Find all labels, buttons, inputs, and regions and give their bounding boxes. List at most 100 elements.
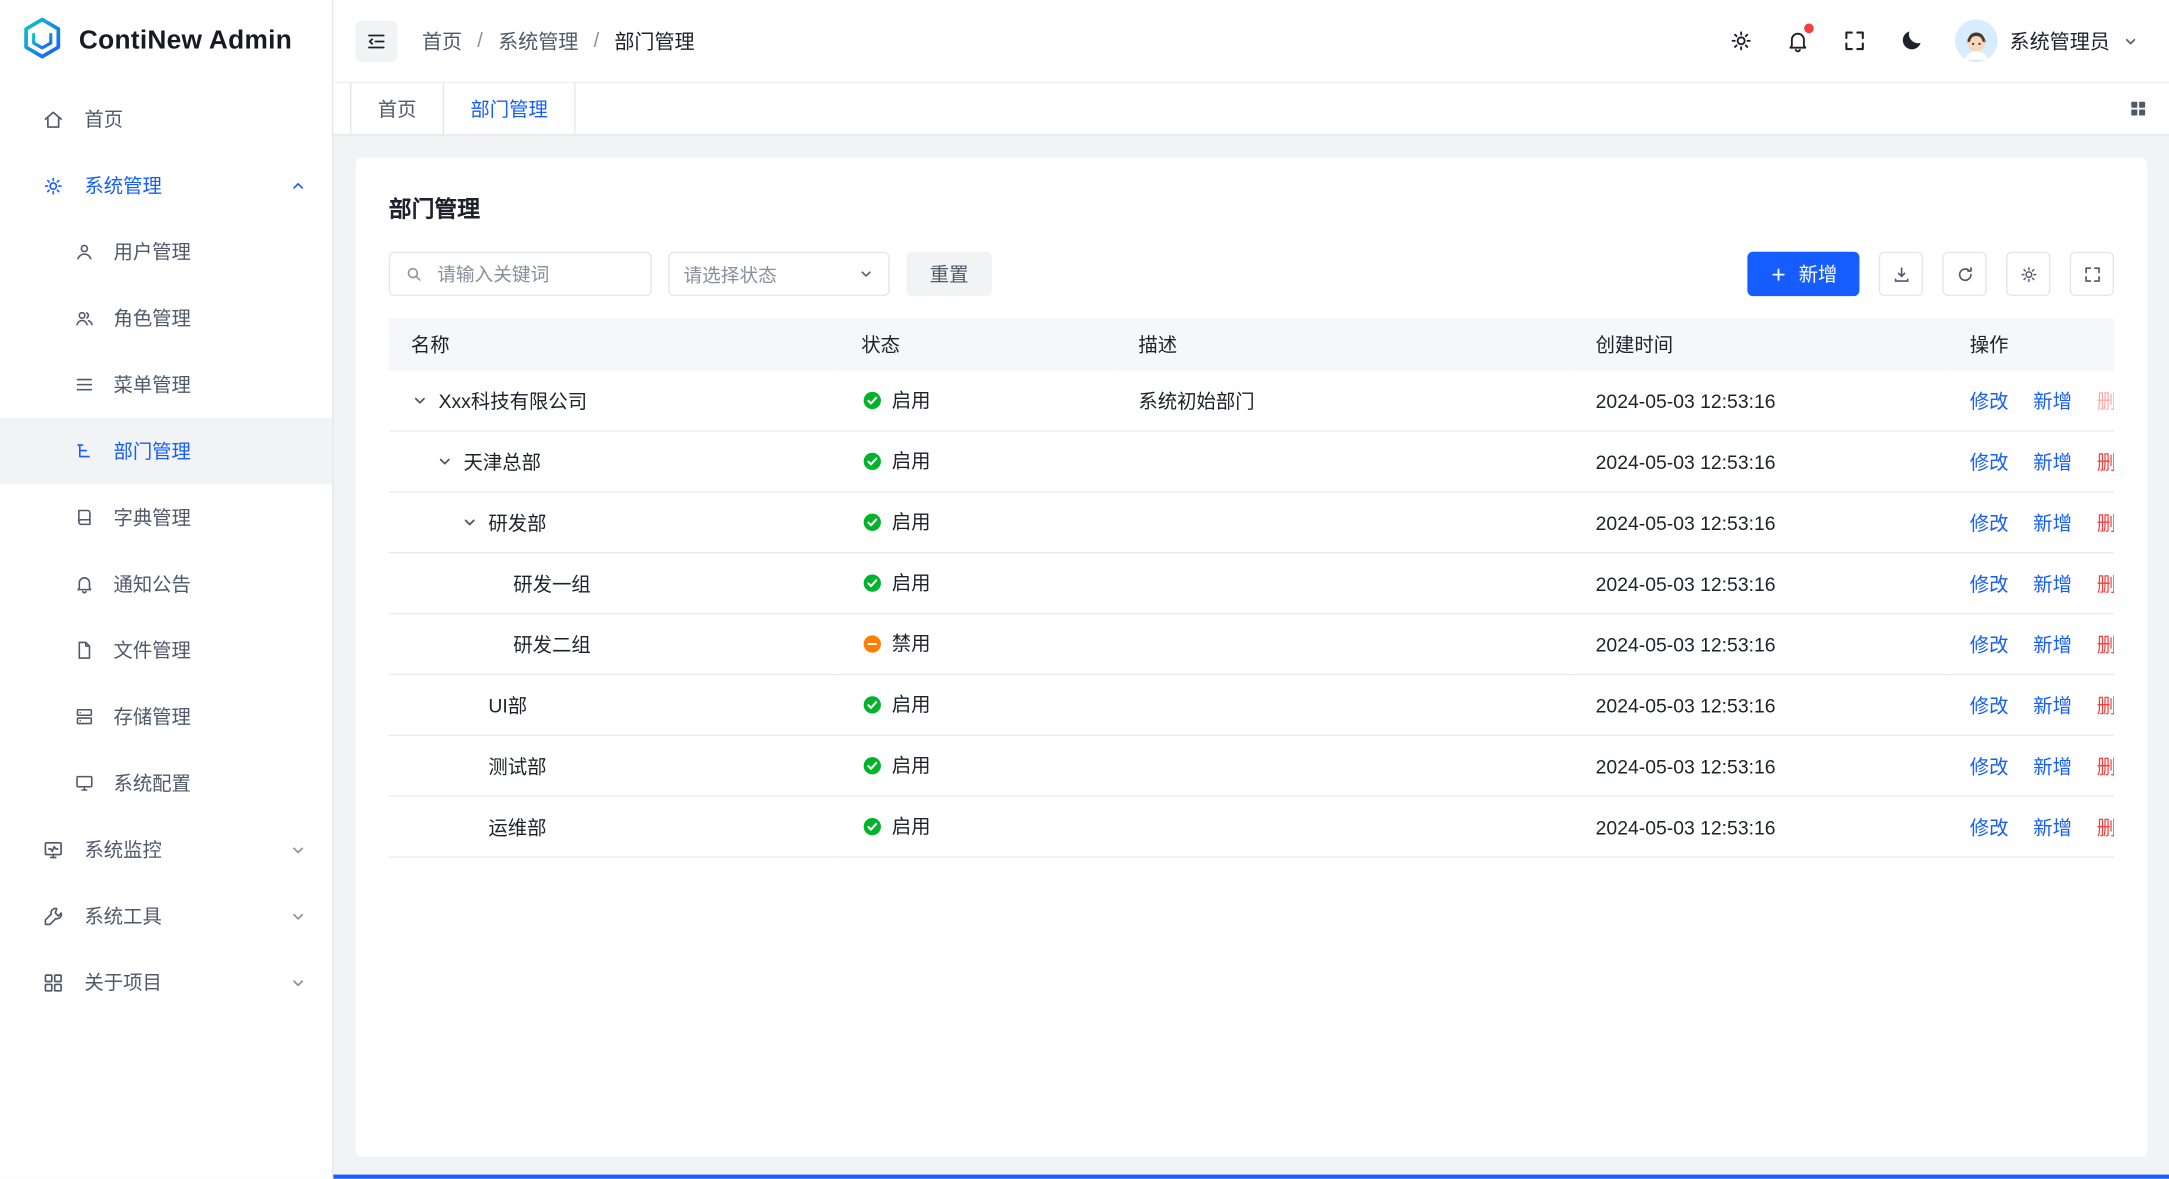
sidebar-item-user-management[interactable]: 用户管理 <box>0 219 332 285</box>
delete-link[interactable]: 删除 <box>2097 755 2114 777</box>
check-circle-icon <box>861 816 882 837</box>
notification-badge <box>1803 24 1813 34</box>
dark-mode-moon-icon[interactable] <box>1897 28 1923 54</box>
sidebar-item-notifications[interactable]: 通知公告 <box>0 551 332 617</box>
status-text: 启用 <box>892 812 931 840</box>
modify-link[interactable]: 修改 <box>1970 511 2009 533</box>
delete-link[interactable]: 删除 <box>2097 816 2114 838</box>
download-button[interactable] <box>1879 252 1923 296</box>
breadcrumb: 首页 / 系统管理 / 部门管理 <box>422 26 695 55</box>
modify-link[interactable]: 修改 <box>1970 572 2009 594</box>
add-link[interactable]: 新增 <box>2033 450 2072 472</box>
check-circle-icon <box>861 451 882 472</box>
sidebar-item-label: 关于项目 <box>84 968 161 996</box>
modify-link[interactable]: 修改 <box>1970 633 2009 655</box>
sidebar-item-storage-management[interactable]: 存储管理 <box>0 683 332 749</box>
keyword-search-field[interactable] <box>389 252 652 296</box>
breadcrumb-item-home[interactable]: 首页 <box>422 26 462 55</box>
notification-bell-icon[interactable] <box>1784 28 1810 54</box>
row-expand-icon[interactable] <box>461 513 479 531</box>
sidebar-item-department-management[interactable]: 部门管理 <box>0 418 332 484</box>
sidebar-item-system-tools[interactable]: 系统工具 <box>0 883 332 949</box>
search-input[interactable] <box>434 262 636 286</box>
user-name: 系统管理员 <box>2010 26 2110 55</box>
refresh-button[interactable] <box>1942 252 1986 296</box>
add-button[interactable]: 新增 <box>1747 252 1859 296</box>
table-fullscreen-button[interactable] <box>2070 252 2114 296</box>
add-link[interactable]: 新增 <box>2033 755 2072 777</box>
sidebar-item-about-project[interactable]: 关于项目 <box>0 949 332 1015</box>
modify-link[interactable]: 修改 <box>1970 816 2009 838</box>
add-link[interactable]: 新增 <box>2033 694 2072 716</box>
delete-link[interactable]: 删除 <box>2097 511 2114 533</box>
column-header-actions: 操作 <box>1948 318 2114 371</box>
sidebar-collapse-button[interactable] <box>356 20 398 62</box>
tab-actions-button[interactable] <box>2128 83 2169 134</box>
monitor-config-icon <box>73 772 95 794</box>
status-select[interactable]: 请选择状态 <box>668 252 889 296</box>
user-menu[interactable]: 系统管理员 <box>1954 19 2139 62</box>
created-time: 2024-05-03 12:53:16 <box>1574 674 1948 735</box>
breadcrumb-item-current: 部门管理 <box>614 26 694 55</box>
delete-link[interactable]: 删除 <box>2097 450 2114 472</box>
sidebar-item-system-management[interactable]: 系统管理 <box>0 152 332 218</box>
dictionary-icon <box>73 506 95 528</box>
modify-link[interactable]: 修改 <box>1970 389 2009 411</box>
app-logo[interactable]: ContiNew Admin <box>0 0 332 83</box>
delete-link[interactable]: 删除 <box>2097 572 2114 594</box>
department-description: 系统初始部门 <box>1116 371 1573 431</box>
department-card: 部门管理 请选择状态 重置 <box>356 158 2148 1157</box>
refresh-icon <box>1954 264 1975 285</box>
modify-link[interactable]: 修改 <box>1970 755 2009 777</box>
add-link[interactable]: 新增 <box>2033 511 2072 533</box>
bell-icon <box>73 573 95 595</box>
sidebar-item-system-config[interactable]: 系统配置 <box>0 750 332 816</box>
created-time: 2024-05-03 12:53:16 <box>1574 492 1948 553</box>
chevron-down-icon <box>2122 33 2139 50</box>
sidebar-item-label: 通知公告 <box>113 570 190 598</box>
status-badge: 启用 <box>861 508 930 536</box>
table-settings-button[interactable] <box>2006 252 2050 296</box>
toolbar-right: 新增 <box>1747 252 2114 296</box>
sidebar-item-menu-management[interactable]: 菜单管理 <box>0 351 332 417</box>
breadcrumb-item-system[interactable]: 系统管理 <box>498 26 578 55</box>
file-icon <box>73 639 95 661</box>
reset-button[interactable]: 重置 <box>906 252 992 296</box>
settings-icon[interactable] <box>1727 28 1753 54</box>
delete-link[interactable]: 删除 <box>2097 633 2114 655</box>
app-window: ContiNew Admin 首页 系统管理 <box>0 0 2169 1179</box>
department-description <box>1116 492 1573 553</box>
hexagon-logo-icon <box>19 15 65 68</box>
department-name: 测试部 <box>488 752 546 780</box>
modify-link[interactable]: 修改 <box>1970 450 2009 472</box>
chevron-down-icon <box>289 973 307 991</box>
sidebar-item-file-management[interactable]: 文件管理 <box>0 617 332 683</box>
row-expand-icon[interactable] <box>436 452 454 470</box>
row-expand-icon[interactable] <box>411 392 429 410</box>
gear-icon <box>2018 264 2039 285</box>
sidebar-item-role-management[interactable]: 角色管理 <box>0 285 332 351</box>
tab-home[interactable]: 首页 <box>350 83 444 134</box>
add-link[interactable]: 新增 <box>2033 816 2072 838</box>
chevron-up-icon <box>289 176 307 194</box>
department-name: 运维部 <box>488 813 546 841</box>
sidebar-item-home[interactable]: 首页 <box>0 86 332 152</box>
department-description <box>1116 553 1573 614</box>
delete-link[interactable]: 删除 <box>2097 389 2114 411</box>
sidebar-item-dictionary-management[interactable]: 字典管理 <box>0 484 332 550</box>
status-badge: 启用 <box>861 386 930 414</box>
delete-link[interactable]: 删除 <box>2097 694 2114 716</box>
tab-department-management[interactable]: 部门管理 <box>444 83 575 134</box>
add-link[interactable]: 新增 <box>2033 633 2072 655</box>
sidebar-item-system-monitor[interactable]: 系统监控 <box>0 816 332 882</box>
sidebar-item-label: 系统监控 <box>84 836 161 864</box>
sidebar-item-label: 字典管理 <box>113 504 190 532</box>
tab-label: 首页 <box>378 95 417 123</box>
fullscreen-icon[interactable] <box>1841 28 1867 54</box>
created-time: 2024-05-03 12:53:16 <box>1574 735 1948 796</box>
modify-link[interactable]: 修改 <box>1970 694 2009 716</box>
status-text: 启用 <box>892 752 931 780</box>
add-link[interactable]: 新增 <box>2033 389 2072 411</box>
add-link[interactable]: 新增 <box>2033 572 2072 594</box>
bottom-accent-bar <box>333 1175 2169 1179</box>
